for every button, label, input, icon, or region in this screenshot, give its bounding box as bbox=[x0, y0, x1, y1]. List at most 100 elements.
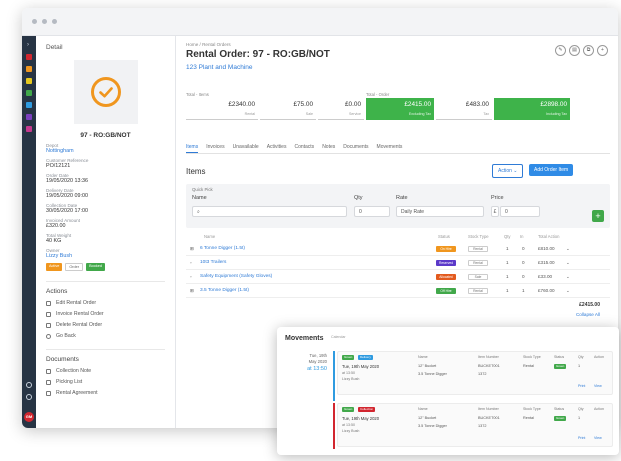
status-badge: Allocated bbox=[436, 274, 456, 280]
search-icon[interactable] bbox=[26, 382, 32, 388]
col-header-stock-type: Stock Type bbox=[468, 234, 489, 239]
print-link[interactable]: Print bbox=[578, 384, 585, 388]
window-close-dot[interactable] bbox=[32, 19, 37, 24]
field-value-owner[interactable]: Lizzy Bush bbox=[46, 253, 165, 259]
tab-invoices[interactable]: Invoices bbox=[206, 142, 224, 153]
row-qty: 1 bbox=[506, 274, 509, 279]
price-input[interactable]: 0 bbox=[500, 206, 540, 217]
field-value-order-date: 19/05/2020 13:36 bbox=[46, 178, 88, 184]
add-icon[interactable]: + bbox=[597, 45, 608, 56]
doc-picking-list[interactable]: Picking List bbox=[46, 379, 165, 385]
sidebar-item-orange[interactable] bbox=[26, 66, 32, 72]
tab-items[interactable]: Items bbox=[186, 142, 199, 153]
rate-select[interactable]: Daily Rate bbox=[396, 206, 484, 217]
chevron-down-icon[interactable]: ⌄ bbox=[566, 260, 570, 266]
field-value-depot[interactable]: Nottingham bbox=[46, 148, 165, 154]
pencil-icon bbox=[46, 300, 51, 306]
total-tax-label: Tax bbox=[483, 112, 489, 116]
item-qty: 1 bbox=[578, 364, 581, 368]
item-number: 1372 bbox=[478, 424, 487, 428]
table-row[interactable]: ⊞ 3.5 Tonne Digger (1.5t) Off Hire Renta… bbox=[186, 285, 610, 298]
tab-notes[interactable]: Notes bbox=[322, 142, 335, 153]
name-search-input[interactable]: ⌕ bbox=[192, 206, 347, 217]
expand-icon[interactable]: ⊞ bbox=[190, 246, 194, 252]
tag-green: Green bbox=[342, 407, 355, 412]
action-dropdown-button[interactable]: Action ⌄ bbox=[492, 164, 524, 178]
print-link[interactable]: Print bbox=[578, 436, 585, 440]
add-plus-button[interactable]: + bbox=[592, 210, 604, 222]
qty-input[interactable]: 0 bbox=[354, 206, 390, 217]
action-invoice[interactable]: Invoice Rental Order bbox=[46, 311, 165, 317]
movement-time: at 13:50 bbox=[307, 366, 327, 372]
movement-card-delivery[interactable]: Green Delivery Tue, 19th May 2020 at 13:… bbox=[337, 351, 613, 395]
total-excluding-tax: £2415.00 Excluding Tax bbox=[366, 98, 434, 120]
tab-contacts[interactable]: Contacts bbox=[294, 142, 314, 153]
row-name-link[interactable]: 10t3 Trailers bbox=[200, 260, 226, 265]
sidebar-item-pink[interactable] bbox=[26, 126, 32, 132]
doc-collection-note[interactable]: Collection Note bbox=[46, 368, 165, 374]
total-service: £0.00 Service bbox=[318, 98, 364, 120]
col-name: Name bbox=[418, 355, 428, 359]
sidebar-item-red[interactable] bbox=[26, 54, 32, 60]
movement-card-collection[interactable]: Green Collection Tue, 19th May 2020 at 1… bbox=[337, 403, 613, 447]
doc-rental-agreement[interactable]: Rental Agreement bbox=[46, 390, 165, 396]
row-name-link[interactable]: Safety Equipment (Safety Gloves) bbox=[200, 274, 272, 279]
document-icon bbox=[46, 379, 51, 385]
tab-movements[interactable]: Movements bbox=[377, 142, 403, 153]
badge-booked: Booked bbox=[86, 263, 105, 271]
quick-pick-panel: Quick Pick Name Qty Rate Price ⌕ 0 Daily… bbox=[186, 184, 610, 228]
add-order-item-button[interactable]: Add Order Item bbox=[529, 164, 574, 176]
totals-order-label: Total - Order bbox=[366, 92, 390, 97]
chevron-down-icon[interactable]: ⌄ bbox=[566, 288, 570, 294]
col-action: Action bbox=[594, 407, 604, 411]
chevron-down-icon[interactable]: ⌄ bbox=[566, 246, 570, 252]
customer-link[interactable]: 123 Plant and Machine bbox=[186, 64, 610, 71]
table-row[interactable]: ▫ Safety Equipment (Safety Gloves) Alloc… bbox=[186, 271, 610, 284]
sidebar-item-blue[interactable] bbox=[26, 102, 32, 108]
field-value-customer-reference: PO/12121 bbox=[46, 163, 71, 169]
field-value-delivery-date: 19/05/2020 09:00 bbox=[46, 193, 88, 199]
movements-title: Movements bbox=[285, 335, 324, 342]
qty-label: Qty bbox=[354, 195, 363, 201]
copy-icon[interactable]: ⧉ bbox=[583, 45, 594, 56]
doc-picking-list-label: Picking List bbox=[56, 379, 83, 385]
movements-calendar-link[interactable]: Calendar bbox=[331, 335, 346, 339]
row-name-link[interactable]: 3.5 Tonne Digger (1.5t) bbox=[200, 288, 249, 293]
total-tax: £483.00 Tax bbox=[436, 98, 492, 120]
window-maximize-dot[interactable] bbox=[52, 19, 57, 24]
action-go-back[interactable]: Go Back bbox=[46, 333, 165, 339]
chevron-down-icon[interactable]: ⌄ bbox=[566, 274, 570, 280]
action-edit[interactable]: Edit Rental Order bbox=[46, 300, 165, 306]
action-delete[interactable]: Delete Rental Order bbox=[46, 322, 165, 328]
tab-activities[interactable]: Activities bbox=[267, 142, 287, 153]
settings-icon[interactable] bbox=[26, 394, 32, 400]
tab-unavailable[interactable]: Unavailable bbox=[233, 142, 259, 153]
col-qty: Qty bbox=[578, 407, 584, 411]
action-edit-label: Edit Rental Order bbox=[56, 300, 97, 306]
breadcrumb[interactable]: Home / Rental Orders bbox=[186, 42, 610, 47]
sidebar-item-yellow[interactable] bbox=[26, 78, 32, 84]
table-row[interactable]: ⊞ 6 Tonne Digger (1.5t) On Hire Rental 1… bbox=[186, 243, 610, 256]
sidebar-item-purple[interactable] bbox=[26, 114, 32, 120]
stock-type-badge: Rental bbox=[468, 246, 488, 252]
user-avatar[interactable]: GM bbox=[24, 412, 34, 422]
total-sale: £75.00 Sale bbox=[260, 98, 316, 120]
main-content: Home / Rental Orders Rental Order: 97 - … bbox=[186, 42, 610, 317]
print-icon[interactable]: ▤ bbox=[569, 45, 580, 56]
table-row[interactable]: ▫ 10t3 Trailers Reserved Rental 1 0 £315… bbox=[186, 257, 610, 270]
view-link[interactable]: View bbox=[594, 384, 602, 388]
status-badge: Reserved bbox=[436, 260, 456, 266]
collapse-all-link[interactable]: Collapse All bbox=[576, 312, 600, 317]
edit-icon[interactable]: ✎ bbox=[555, 45, 566, 56]
col-status: Status bbox=[554, 355, 565, 359]
sidebar-item-green[interactable] bbox=[26, 90, 32, 96]
row-name-link[interactable]: 6 Tonne Digger (1.5t) bbox=[200, 246, 245, 251]
item-number: BUCKET001 bbox=[478, 416, 500, 420]
row-in: 1 bbox=[522, 288, 525, 293]
menu-toggle-icon[interactable]: › bbox=[27, 42, 33, 48]
expand-icon[interactable]: ⊞ bbox=[190, 288, 194, 294]
window-minimize-dot[interactable] bbox=[42, 19, 47, 24]
col-header-qty: Qty bbox=[504, 234, 511, 239]
view-link[interactable]: View bbox=[594, 436, 602, 440]
tab-documents[interactable]: Documents bbox=[343, 142, 368, 153]
